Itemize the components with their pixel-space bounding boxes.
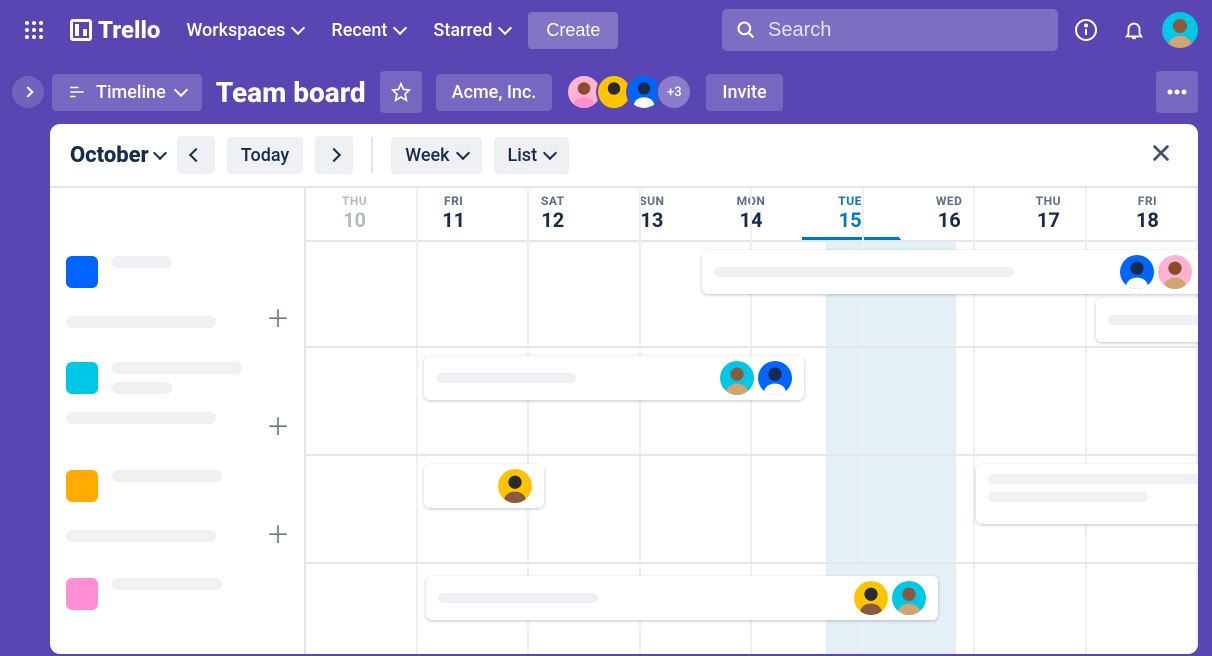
day-column: THU10 <box>306 188 405 240</box>
close-button[interactable] <box>1144 136 1178 174</box>
workspace-button[interactable]: Acme, Inc. <box>436 74 553 111</box>
star-button[interactable] <box>380 71 422 113</box>
lane-header[interactable]: ＋ <box>50 456 306 564</box>
day-column: SUN13 <box>603 188 702 240</box>
lane-list: ＋ ＋ ＋ <box>50 188 306 654</box>
member-overflow[interactable]: +3 <box>656 74 692 110</box>
brand-logo[interactable]: Trello <box>62 16 168 44</box>
add-card-button[interactable]: ＋ <box>266 515 290 550</box>
timeline-icon <box>68 83 86 101</box>
card-member-avatar <box>892 581 926 615</box>
card-member-avatar <box>498 469 532 503</box>
chevron-down-icon <box>393 21 407 35</box>
month-selector[interactable]: October <box>70 143 165 168</box>
day-column: FRI18 <box>1099 188 1198 240</box>
search-input[interactable] <box>768 19 1044 42</box>
nav-recent[interactable]: Recent <box>321 12 415 49</box>
today-button[interactable]: Today <box>227 137 304 174</box>
list-icon <box>66 256 98 288</box>
chevron-left-icon <box>189 148 203 162</box>
lane-header[interactable]: ＋ <box>50 348 306 456</box>
notifications-icon[interactable] <box>1114 10 1154 50</box>
board-title[interactable]: Team board <box>216 76 366 109</box>
invite-button[interactable]: Invite <box>706 74 782 111</box>
lane-track[interactable] <box>306 564 1198 632</box>
day-header: THU10 FRI11 SAT12 SUN13 MON14 TUE15 WED1… <box>306 188 1198 242</box>
timeline-card[interactable] <box>424 356 804 400</box>
chevron-down-icon <box>543 146 557 160</box>
chevron-down-icon <box>455 146 469 160</box>
board-menu-button[interactable] <box>1156 71 1198 113</box>
close-icon <box>1150 142 1172 164</box>
search-box[interactable] <box>722 9 1058 51</box>
timeline-card[interactable] <box>426 576 938 620</box>
day-column-today: TUE15 <box>802 188 901 240</box>
card-member-avatar <box>1158 255 1192 289</box>
nav-workspaces[interactable]: Workspaces <box>176 12 313 49</box>
lane-track[interactable] <box>306 456 1198 564</box>
span-selector[interactable]: Week <box>391 137 481 174</box>
top-bar: Trello Workspaces Recent Starred Create <box>0 0 1212 60</box>
chevron-down-icon <box>291 21 305 35</box>
trello-icon <box>70 19 92 41</box>
create-button[interactable]: Create <box>528 12 618 49</box>
divider <box>371 137 373 173</box>
group-selector[interactable]: List <box>494 137 570 174</box>
lane-track[interactable] <box>306 242 1198 348</box>
card-member-avatar <box>758 361 792 395</box>
lane-track[interactable] <box>306 348 1198 456</box>
view-switcher[interactable]: Timeline <box>52 74 202 111</box>
list-icon <box>66 470 98 502</box>
timeline-panel: October Today Week List ＋ <box>50 124 1198 654</box>
card-member-avatar <box>854 581 888 615</box>
brand-name: Trello <box>98 16 160 44</box>
timeline-body: ＋ ＋ ＋ THU10 <box>50 188 1198 654</box>
nav-starred[interactable]: Starred <box>423 12 520 49</box>
day-column: SAT12 <box>504 188 603 240</box>
chevron-down-icon <box>174 83 188 97</box>
card-member-avatar <box>1120 255 1154 289</box>
info-icon[interactable] <box>1066 10 1106 50</box>
apps-switcher-icon[interactable] <box>14 10 54 50</box>
lane-header[interactable] <box>50 564 306 632</box>
timeline-grid[interactable]: THU10 FRI11 SAT12 SUN13 MON14 TUE15 WED1… <box>306 188 1198 654</box>
more-icon <box>1167 89 1187 95</box>
day-column: THU17 <box>1000 188 1099 240</box>
list-icon <box>66 578 98 610</box>
add-card-button[interactable]: ＋ <box>266 407 290 442</box>
add-card-button[interactable]: ＋ <box>266 299 290 334</box>
timeline-card[interactable] <box>976 464 1198 524</box>
chevron-down-icon <box>153 146 167 160</box>
day-column: FRI11 <box>405 188 504 240</box>
next-button[interactable] <box>315 136 353 174</box>
timeline-header: October Today Week List <box>50 124 1198 188</box>
list-icon <box>66 362 98 394</box>
sidebar-expand-icon[interactable] <box>12 76 44 108</box>
timeline-card[interactable] <box>1096 298 1198 342</box>
chevron-down-icon <box>498 21 512 35</box>
prev-button[interactable] <box>177 136 215 174</box>
board-bar: Timeline Team board Acme, Inc. +3 Invite <box>0 60 1212 124</box>
lane-header[interactable]: ＋ <box>50 242 306 348</box>
card-member-avatar <box>720 361 754 395</box>
day-column: WED16 <box>901 188 1000 240</box>
user-avatar[interactable] <box>1162 12 1198 48</box>
timeline-card[interactable] <box>702 250 1198 294</box>
chevron-right-icon <box>327 148 341 162</box>
star-icon <box>391 82 411 102</box>
search-icon <box>736 20 756 40</box>
timeline-card[interactable] <box>424 464 544 508</box>
board-members[interactable]: +3 <box>566 74 692 110</box>
day-column: MON14 <box>702 188 801 240</box>
